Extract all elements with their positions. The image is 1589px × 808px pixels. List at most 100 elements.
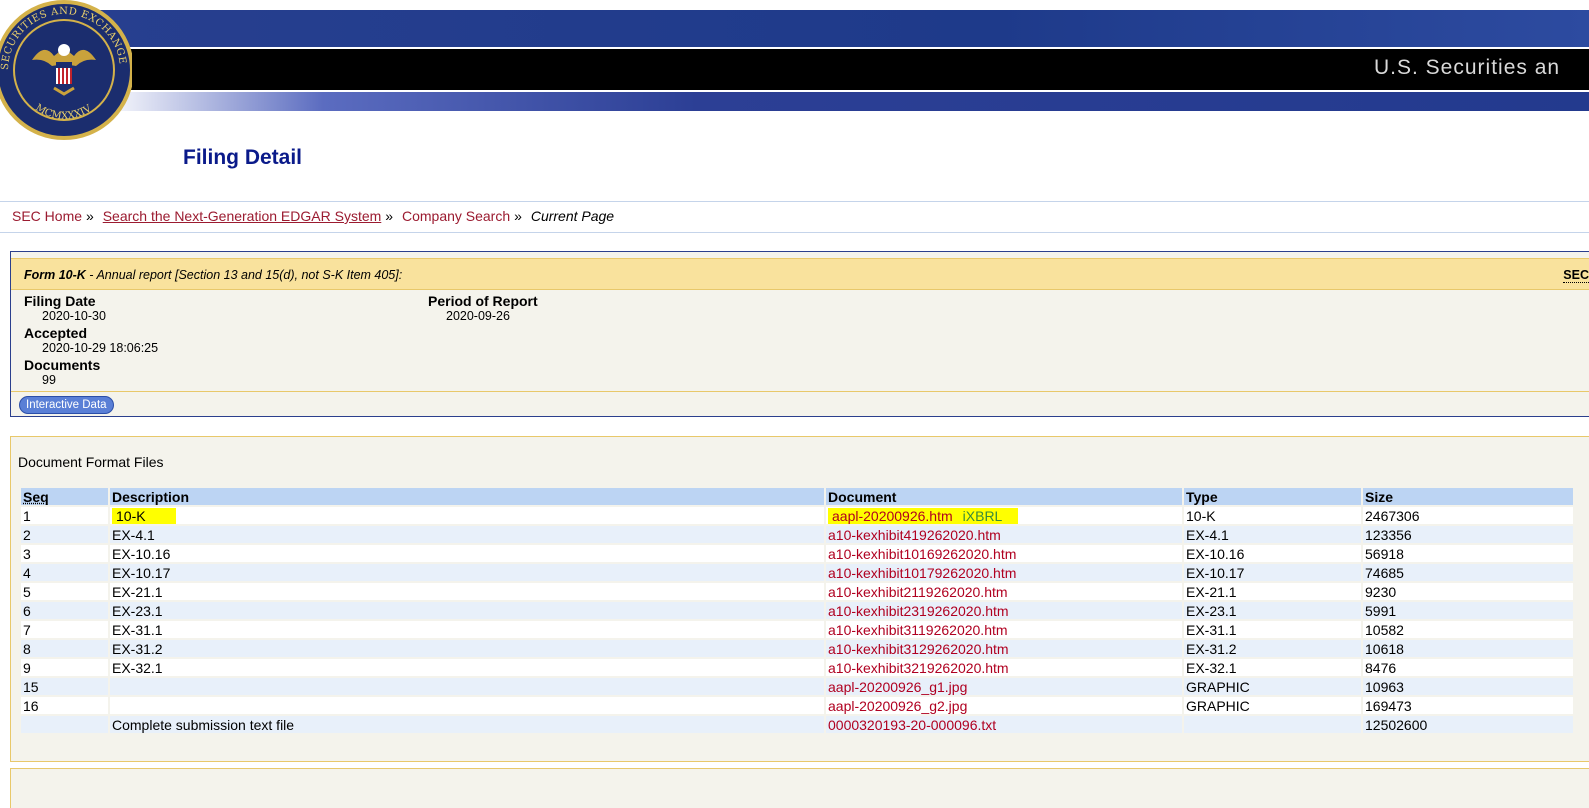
cell-size: 56918 [1363,545,1573,562]
cell-document: a10-kexhibit419262020.htm [826,526,1182,543]
cell-document: a10-kexhibit10169262020.htm [826,545,1182,562]
banner-title: U.S. Securities an [1374,56,1561,79]
cell-type: EX-31.1 [1184,621,1361,638]
cell-document: a10-kexhibit3219262020.htm [826,659,1182,676]
cell-seq: 15 [21,678,108,695]
document-link[interactable]: aapl-20200926_g1.jpg [828,679,967,695]
breadcrumb-separator: » [86,208,94,224]
sec-seal-logo[interactable]: SECURITIES AND EXCHANGE COMMISSION MCMXX… [0,0,132,150]
cell-size: 169473 [1363,697,1573,714]
banner-lower-band [100,92,1589,111]
document-format-files-box: Document Format Files Seq Description Do… [10,436,1589,762]
cell-type: GRAPHIC [1184,678,1361,695]
column-header-type: Type [1184,488,1361,505]
cell-seq: 3 [21,545,108,562]
breadcrumb-sec-home-link[interactable]: SEC Home [12,208,82,224]
highlighted-description: 10-K [112,507,176,524]
cell-type: EX-32.1 [1184,659,1361,676]
cell-size: 8476 [1363,659,1573,676]
document-link[interactable]: a10-kexhibit10169262020.htm [828,546,1016,562]
cell-seq: 5 [21,583,108,600]
table-row: 3 EX-10.16 a10-kexhibit10169262020.htm E… [21,545,1573,562]
period-of-report-label: Period of Report [428,293,538,309]
table-row: 16 aapl-20200926_g2.jpg GRAPHIC 169473 [21,697,1573,714]
document-link[interactable]: aapl-20200926.htm [832,508,953,524]
cell-seq: 6 [21,602,108,619]
cell-type: EX-21.1 [1184,583,1361,600]
form-description-text: - Annual report [Section 13 and 15(d), n… [85,268,403,282]
form-description: Form 10-K - Annual report [Section 13 an… [24,268,402,282]
cell-seq: 9 [21,659,108,676]
document-link[interactable]: aapl-20200926_g2.jpg [828,698,967,714]
breadcrumb-company-search-link[interactable]: Company Search [402,208,510,224]
document-link[interactable]: a10-kexhibit10179262020.htm [828,565,1016,581]
table-row: 15 aapl-20200926_g1.jpg GRAPHIC 10963 [21,678,1573,695]
ixbrl-link[interactable]: iXBRL [963,508,1003,524]
document-table: Seq Description Document Type Size 1 10-… [19,486,1575,735]
cell-document: a10-kexhibit3119262020.htm [826,621,1182,638]
cell-description: EX-23.1 [110,602,824,619]
document-link[interactable]: a10-kexhibit3119262020.htm [828,622,1008,638]
cell-type: EX-4.1 [1184,526,1361,543]
cell-seq: 8 [21,640,108,657]
cell-size: 2467306 [1363,507,1573,524]
cell-description: EX-21.1 [110,583,824,600]
document-link[interactable]: a10-kexhibit2119262020.htm [828,584,1008,600]
breadcrumb-current-page: Current Page [530,208,615,224]
banner-black-band [100,47,1589,92]
cell-document: aapl-20200926_g1.jpg [826,678,1182,695]
cell-seq [21,716,108,733]
cell-description: EX-31.1 [110,621,824,638]
form-info-box: Form 10-K - Annual report [Section 13 an… [10,251,1589,417]
banner-top-strip [0,0,1589,10]
cell-size: 5991 [1363,602,1573,619]
table-row: 6 EX-23.1 a10-kexhibit2319262020.htm EX-… [21,602,1573,619]
highlighted-document: aapl-20200926.htm iXBRL [828,507,1019,524]
document-link[interactable]: 0000320193-20-000096.txt [828,717,996,733]
form-type: Form 10-K [24,268,86,282]
column-header-description: Description [110,488,824,505]
cell-type: EX-10.16 [1184,545,1361,562]
filing-date-value: 2020-10-30 [42,309,106,323]
cell-size: 10963 [1363,678,1573,695]
cell-document: a10-kexhibit10179262020.htm [826,564,1182,581]
cell-size: 12502600 [1363,716,1573,733]
page-title: Filing Detail [183,146,303,169]
cell-type [1184,716,1361,733]
cell-description: EX-31.2 [110,640,824,657]
table-row: 7 EX-31.1 a10-kexhibit3119262020.htm EX-… [21,621,1573,638]
interactive-data-button[interactable]: Interactive Data [19,396,114,414]
cell-seq: 7 [21,621,108,638]
document-link[interactable]: a10-kexhibit3129262020.htm [828,641,1009,657]
column-header-seq[interactable]: Seq [21,488,108,505]
divider [0,232,1589,233]
cell-description: Complete submission text file [110,716,824,733]
table-header-row: Seq Description Document Type Size [21,488,1573,505]
filing-date-label: Filing Date [24,293,96,309]
cell-description [110,678,824,695]
table-row: 8 EX-31.2 a10-kexhibit3129262020.htm EX-… [21,640,1573,657]
cell-document: 0000320193-20-000096.txt [826,716,1182,733]
breadcrumb-edgar-search-link[interactable]: Search the Next-Generation EDGAR System [103,208,382,224]
document-link[interactable]: a10-kexhibit2319262020.htm [828,603,1009,619]
breadcrumb: SEC Home» Search the Next-Generation EDG… [12,208,614,224]
table-row: 4 EX-10.17 a10-kexhibit10179262020.htm E… [21,564,1573,581]
cell-type: GRAPHIC [1184,697,1361,714]
cell-document: a10-kexhibit2119262020.htm [826,583,1182,600]
accepted-label: Accepted [24,325,88,341]
table-row: 9 EX-32.1 a10-kexhibit3219262020.htm EX-… [21,659,1573,676]
banner-blue-band [100,10,1589,47]
section-title: Document Format Files [18,454,164,470]
cell-size: 10618 [1363,640,1573,657]
cell-description: 10-K [110,507,824,524]
document-link[interactable]: a10-kexhibit419262020.htm [828,527,1001,543]
cell-size: 123356 [1363,526,1573,543]
form-header: Form 10-K - Annual report [Section 13 an… [11,258,1589,290]
document-link[interactable]: a10-kexhibit3219262020.htm [828,660,1009,676]
cell-description: EX-10.17 [110,564,824,581]
breadcrumb-separator: » [514,208,522,224]
period-of-report-value: 2020-09-26 [446,309,510,323]
table-row: 2 EX-4.1 a10-kexhibit419262020.htm EX-4.… [21,526,1573,543]
cell-type: EX-31.2 [1184,640,1361,657]
column-header-size: Size [1363,488,1573,505]
